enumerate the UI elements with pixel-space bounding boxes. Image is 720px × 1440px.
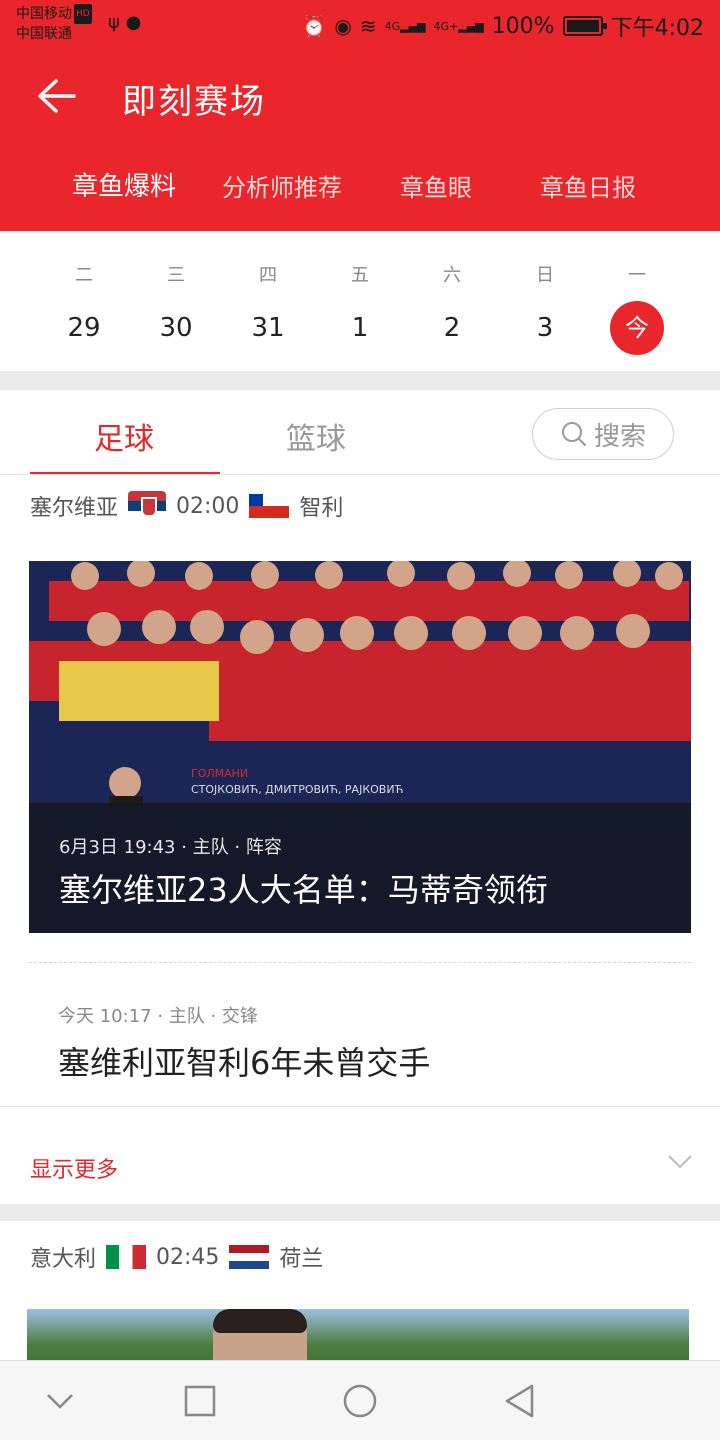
- home-team: 意大利: [30, 1247, 97, 1272]
- today-badge[interactable]: 今: [610, 301, 664, 355]
- dashed-divider: [29, 962, 691, 963]
- nav-recents-icon[interactable]: [182, 1383, 218, 1419]
- match-time: 02:00: [176, 493, 240, 519]
- match-header[interactable]: 意大利 02:45 荷兰: [30, 1241, 323, 1273]
- back-arrow-icon[interactable]: [36, 78, 76, 114]
- subnav-item-analyst[interactable]: 分析师推荐: [222, 168, 342, 203]
- image-text-line-1: ГОЛМАНИ: [191, 767, 249, 780]
- italy-flag-icon: [106, 1245, 147, 1269]
- hd-badge: HD: [74, 4, 92, 24]
- subnav-item-eye[interactable]: 章鱼眼: [400, 168, 472, 203]
- weekday-label: 二: [75, 265, 93, 286]
- status-left-icons: ψ ●: [108, 12, 141, 33]
- match-list: 足球 篮球 搜索 塞尔维亚 02:00 智利 ГОЛМАНИ СТОЈКОВИЋ…: [0, 390, 720, 1204]
- image-text-line-2: СТОЈКОВИЋ, ДМИТРОВИЋ, РАЈКОВИЋ: [191, 783, 404, 796]
- weekday-label: 日: [536, 265, 554, 286]
- tab-basketball[interactable]: 篮球: [286, 414, 346, 458]
- weekday-label: 一: [628, 265, 646, 286]
- signal-4g-plus-label: 4G+: [433, 19, 459, 33]
- show-more-link[interactable]: 显示更多: [30, 1152, 118, 1184]
- weekday-label: 四: [259, 265, 277, 286]
- date-strip: 二 29 三 30 四 31 五 1 六 2 日 3 一 今: [0, 231, 720, 371]
- chevron-down-icon[interactable]: [666, 1152, 694, 1172]
- alarm-icon: ⏰: [301, 14, 327, 38]
- netherlands-flag-icon: [229, 1245, 270, 1269]
- tabs-divider: [0, 474, 720, 475]
- search-icon: [561, 422, 586, 446]
- feature-card[interactable]: ГОЛМАНИ СТОЈКОВИЋ, ДМИТРОВИЋ, РАЈКОВИЋ 6…: [29, 561, 691, 933]
- eye-icon: ◉: [334, 14, 352, 38]
- match-time: 02:45: [156, 1244, 220, 1270]
- weekday-label: 五: [351, 265, 369, 286]
- signal-4g-icon: 4G▂▄▆: [384, 19, 426, 33]
- weekday-label: 六: [443, 265, 461, 286]
- home-team: 塞尔维亚: [30, 496, 119, 521]
- news-meta: 今天 10:17 · 主队 · 交锋: [58, 1006, 258, 1027]
- match-header[interactable]: 塞尔维亚 02:00 智利: [30, 490, 343, 522]
- nav-home-icon[interactable]: [342, 1383, 378, 1419]
- usb-icon: ψ: [108, 12, 120, 33]
- android-nav-bar: [0, 1360, 720, 1440]
- date-label: 30: [159, 313, 193, 343]
- weekday-label: 三: [167, 265, 185, 286]
- status-right: ⏰ ◉ ≋ 4G▂▄▆ 4G+▂▄▆ 100% 下午4:02: [302, 10, 705, 42]
- away-team: 荷兰: [279, 1247, 324, 1272]
- section-divider: [0, 1106, 720, 1107]
- search-button[interactable]: 搜索: [532, 408, 674, 460]
- search-label: 搜索: [593, 421, 646, 452]
- date-label: 1: [351, 313, 369, 343]
- battery-percent: 100%: [491, 13, 555, 39]
- carrier-2: 中国联通: [16, 26, 72, 42]
- status-bar: 中国移动 HD 中国联通 ψ ● ⏰ ◉ ≋ 4G▂▄▆ 4G+▂▄▆ 100% …: [0, 0, 720, 50]
- date-label: 31: [251, 313, 285, 343]
- feature-title: 塞尔维亚23人大名单：马蒂奇领衔: [59, 871, 548, 909]
- feature-photo[interactable]: [27, 1309, 689, 1361]
- subnav-item-baoliao[interactable]: 章鱼爆料: [72, 166, 176, 203]
- wifi-icon: ≋: [359, 14, 377, 38]
- chat-icon: ●: [125, 12, 142, 33]
- date-label: 3: [536, 313, 554, 343]
- match-card-2: 意大利 02:45 荷兰: [0, 1221, 720, 1361]
- feature-meta: 6月3日 19:43 · 主队 · 阵容: [59, 837, 282, 858]
- battery-icon: [562, 16, 607, 36]
- signal-4g-label: 4G: [384, 19, 401, 33]
- sub-navigation: 章鱼爆料 分析师推荐 章鱼眼 章鱼日报: [0, 168, 720, 212]
- nav-collapse-icon[interactable]: [42, 1383, 78, 1419]
- status-time: 下午4:02: [610, 16, 704, 41]
- tab-football[interactable]: 足球: [94, 414, 154, 458]
- carrier-info: 中国移动 HD 中国联通: [16, 4, 92, 44]
- app-screen: 中国移动 HD 中国联通 ψ ● ⏰ ◉ ≋ 4G▂▄▆ 4G+▂▄▆ 100% …: [0, 0, 720, 1440]
- page-title: 即刻赛场: [122, 82, 266, 122]
- serbia-flag-icon: [128, 491, 167, 521]
- nav-back-icon[interactable]: [502, 1383, 538, 1419]
- news-title[interactable]: 塞维利亚智利6年未曾交手: [58, 1038, 430, 1084]
- date-label: 2: [443, 313, 461, 343]
- chile-flag-icon: [249, 494, 290, 518]
- signal-4g-plus-icon: 4G+▂▄▆: [433, 19, 484, 33]
- carrier-1: 中国移动: [16, 6, 72, 22]
- app-header: 中国移动 HD 中国联通 ψ ● ⏰ ◉ ≋ 4G▂▄▆ 4G+▂▄▆ 100% …: [0, 0, 720, 231]
- feature-caption: 6月3日 19:43 · 主队 · 阵容 塞尔维亚23人大名单：马蒂奇领衔: [29, 803, 691, 933]
- player-hair: [213, 1309, 307, 1333]
- date-label: 29: [67, 313, 101, 343]
- subnav-item-daily[interactable]: 章鱼日报: [540, 168, 636, 203]
- away-team: 智利: [299, 496, 344, 521]
